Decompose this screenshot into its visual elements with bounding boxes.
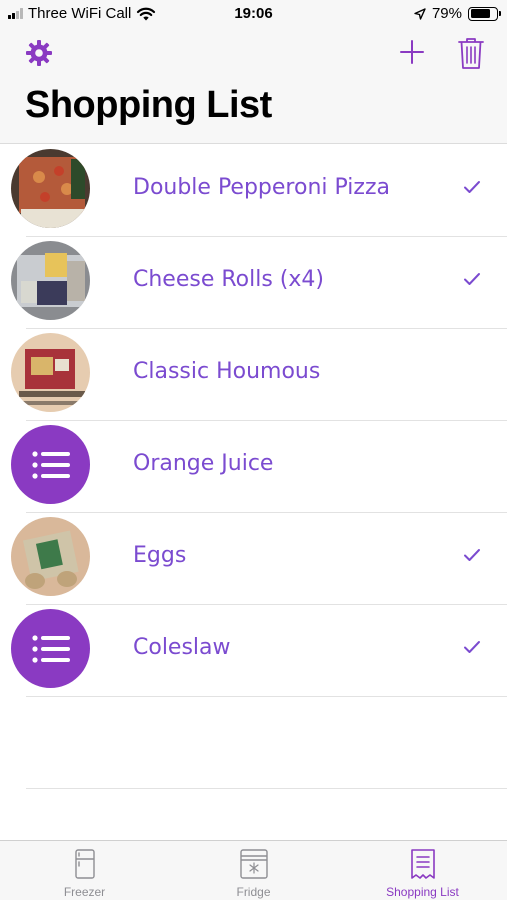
checkmark-icon: [464, 641, 480, 653]
item-photo: [11, 149, 90, 228]
empty-list-row: [0, 697, 507, 789]
navigation-bar: Shopping List: [0, 28, 507, 144]
item-name: Eggs: [133, 543, 187, 568]
item-name: Orange Juice: [133, 451, 274, 476]
list-icon: [31, 634, 70, 663]
tab-fridge[interactable]: Fridge: [169, 841, 338, 900]
list-item[interactable]: Cheese Rolls (x4): [0, 237, 507, 329]
item-name: Coleslaw: [133, 635, 231, 660]
checkmark-icon: [464, 181, 480, 193]
tab-bar: Freezer Fridge Shopping List: [0, 840, 507, 900]
settings-button[interactable]: [24, 38, 54, 68]
status-right: 79%: [414, 5, 501, 22]
tab-label: Fridge: [236, 885, 271, 899]
freezer-icon: [74, 849, 95, 879]
gear-icon: [26, 40, 52, 66]
shopping-list: Double Pepperoni Pizza Cheese Rolls (x4): [0, 145, 507, 789]
item-placeholder: [11, 609, 90, 688]
list-item[interactable]: Orange Juice: [0, 421, 507, 513]
delete-button[interactable]: [457, 36, 485, 70]
location-arrow-icon: [414, 7, 426, 20]
item-photo: [11, 241, 90, 320]
list-icon: [31, 450, 70, 479]
item-name: Double Pepperoni Pizza: [133, 175, 390, 200]
item-name: Cheese Rolls (x4): [133, 267, 324, 292]
page-title: Shopping List: [25, 84, 272, 126]
list-item[interactable]: Classic Houmous: [0, 329, 507, 421]
battery-icon: [468, 6, 501, 21]
add-item-button[interactable]: [398, 38, 426, 66]
tab-label: Freezer: [63, 885, 106, 899]
receipt-list-icon: [410, 849, 435, 879]
fridge-icon: [239, 849, 268, 879]
trash-icon: [458, 38, 484, 69]
item-placeholder: [11, 425, 90, 504]
item-photo: [11, 517, 90, 596]
checkmark-icon: [464, 549, 480, 561]
tab-freezer[interactable]: Freezer: [0, 841, 169, 900]
list-item[interactable]: Eggs: [0, 513, 507, 605]
list-item[interactable]: Double Pepperoni Pizza: [0, 145, 507, 237]
checkmark-icon: [464, 273, 480, 285]
plus-icon: [400, 40, 424, 64]
battery-percent: 79%: [431, 5, 462, 22]
list-item[interactable]: Coleslaw: [0, 605, 507, 697]
status-bar: Three WiFi Call 19:06 79%: [0, 0, 507, 28]
tab-shopping-list[interactable]: Shopping List: [338, 841, 507, 900]
tab-label: Shopping List: [386, 885, 459, 899]
item-photo: [11, 333, 90, 412]
item-name: Classic Houmous: [133, 359, 321, 384]
